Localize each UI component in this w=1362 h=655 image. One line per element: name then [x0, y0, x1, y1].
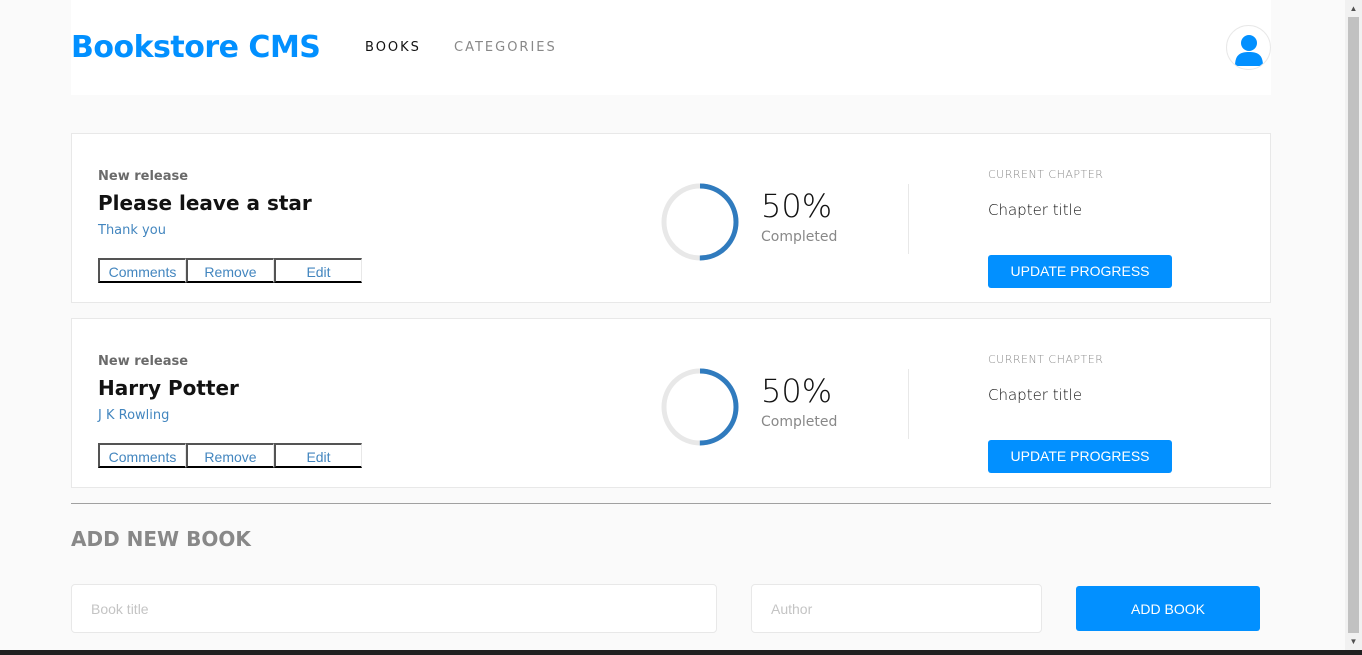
book-title: Harry Potter — [98, 376, 239, 400]
book-actions: Comments Remove Edit — [98, 443, 362, 468]
progress-ring-icon — [661, 368, 739, 446]
update-progress-button[interactable]: UPDATE PROGRESS — [988, 440, 1172, 473]
scroll-up-arrow-icon[interactable]: ▲ — [1345, 0, 1362, 17]
comments-button[interactable]: Comments — [98, 443, 186, 468]
book-author[interactable]: Thank you — [98, 223, 166, 238]
scrollbar-thumb[interactable] — [1348, 17, 1359, 633]
progress-percent: 50% — [761, 372, 833, 410]
nav-categories[interactable]: CATEGORIES — [454, 40, 557, 55]
taskbar-edge — [0, 650, 1362, 655]
user-icon — [1235, 35, 1263, 66]
header: Bookstore CMS BOOKS CATEGORIES — [71, 0, 1271, 95]
edit-button[interactable]: Edit — [274, 443, 362, 468]
book-author[interactable]: J K Rowling — [98, 408, 169, 423]
divider — [908, 184, 909, 254]
chapter-title: Chapter title — [988, 201, 1083, 219]
current-chapter-label: CURRENT CHAPTER — [988, 353, 1104, 366]
book-genre: New release — [98, 169, 189, 184]
book-card: New release Please leave a star Thank yo… — [71, 133, 1271, 303]
progress-percent: 50% — [761, 187, 833, 225]
scroll-down-arrow-icon[interactable]: ▼ — [1345, 633, 1362, 650]
avatar-button[interactable] — [1226, 25, 1271, 70]
add-book-button[interactable]: ADD BOOK — [1076, 586, 1260, 631]
book-actions: Comments Remove Edit — [98, 258, 362, 283]
remove-button[interactable]: Remove — [186, 443, 274, 468]
progress-completed-label: Completed — [761, 229, 838, 245]
nav-books[interactable]: BOOKS — [365, 40, 421, 55]
progress-ring-icon — [661, 183, 739, 261]
progress-completed-label: Completed — [761, 414, 838, 430]
book-title-input[interactable] — [71, 584, 717, 633]
comments-button[interactable]: Comments — [98, 258, 186, 283]
author-input[interactable] — [751, 584, 1042, 633]
chapter-title: Chapter title — [988, 386, 1083, 404]
current-chapter-label: CURRENT CHAPTER — [988, 168, 1104, 181]
book-title: Please leave a star — [98, 191, 312, 215]
logo[interactable]: Bookstore CMS — [71, 30, 321, 65]
divider — [908, 369, 909, 439]
form-title: ADD NEW BOOK — [71, 527, 251, 551]
book-card: New release Harry Potter J K Rowling Com… — [71, 318, 1271, 488]
remove-button[interactable]: Remove — [186, 258, 274, 283]
scrollbar[interactable]: ▲ ▼ — [1345, 0, 1362, 650]
update-progress-button[interactable]: UPDATE PROGRESS — [988, 255, 1172, 288]
edit-button[interactable]: Edit — [274, 258, 362, 283]
book-genre: New release — [98, 354, 189, 369]
form-separator — [71, 503, 1271, 504]
